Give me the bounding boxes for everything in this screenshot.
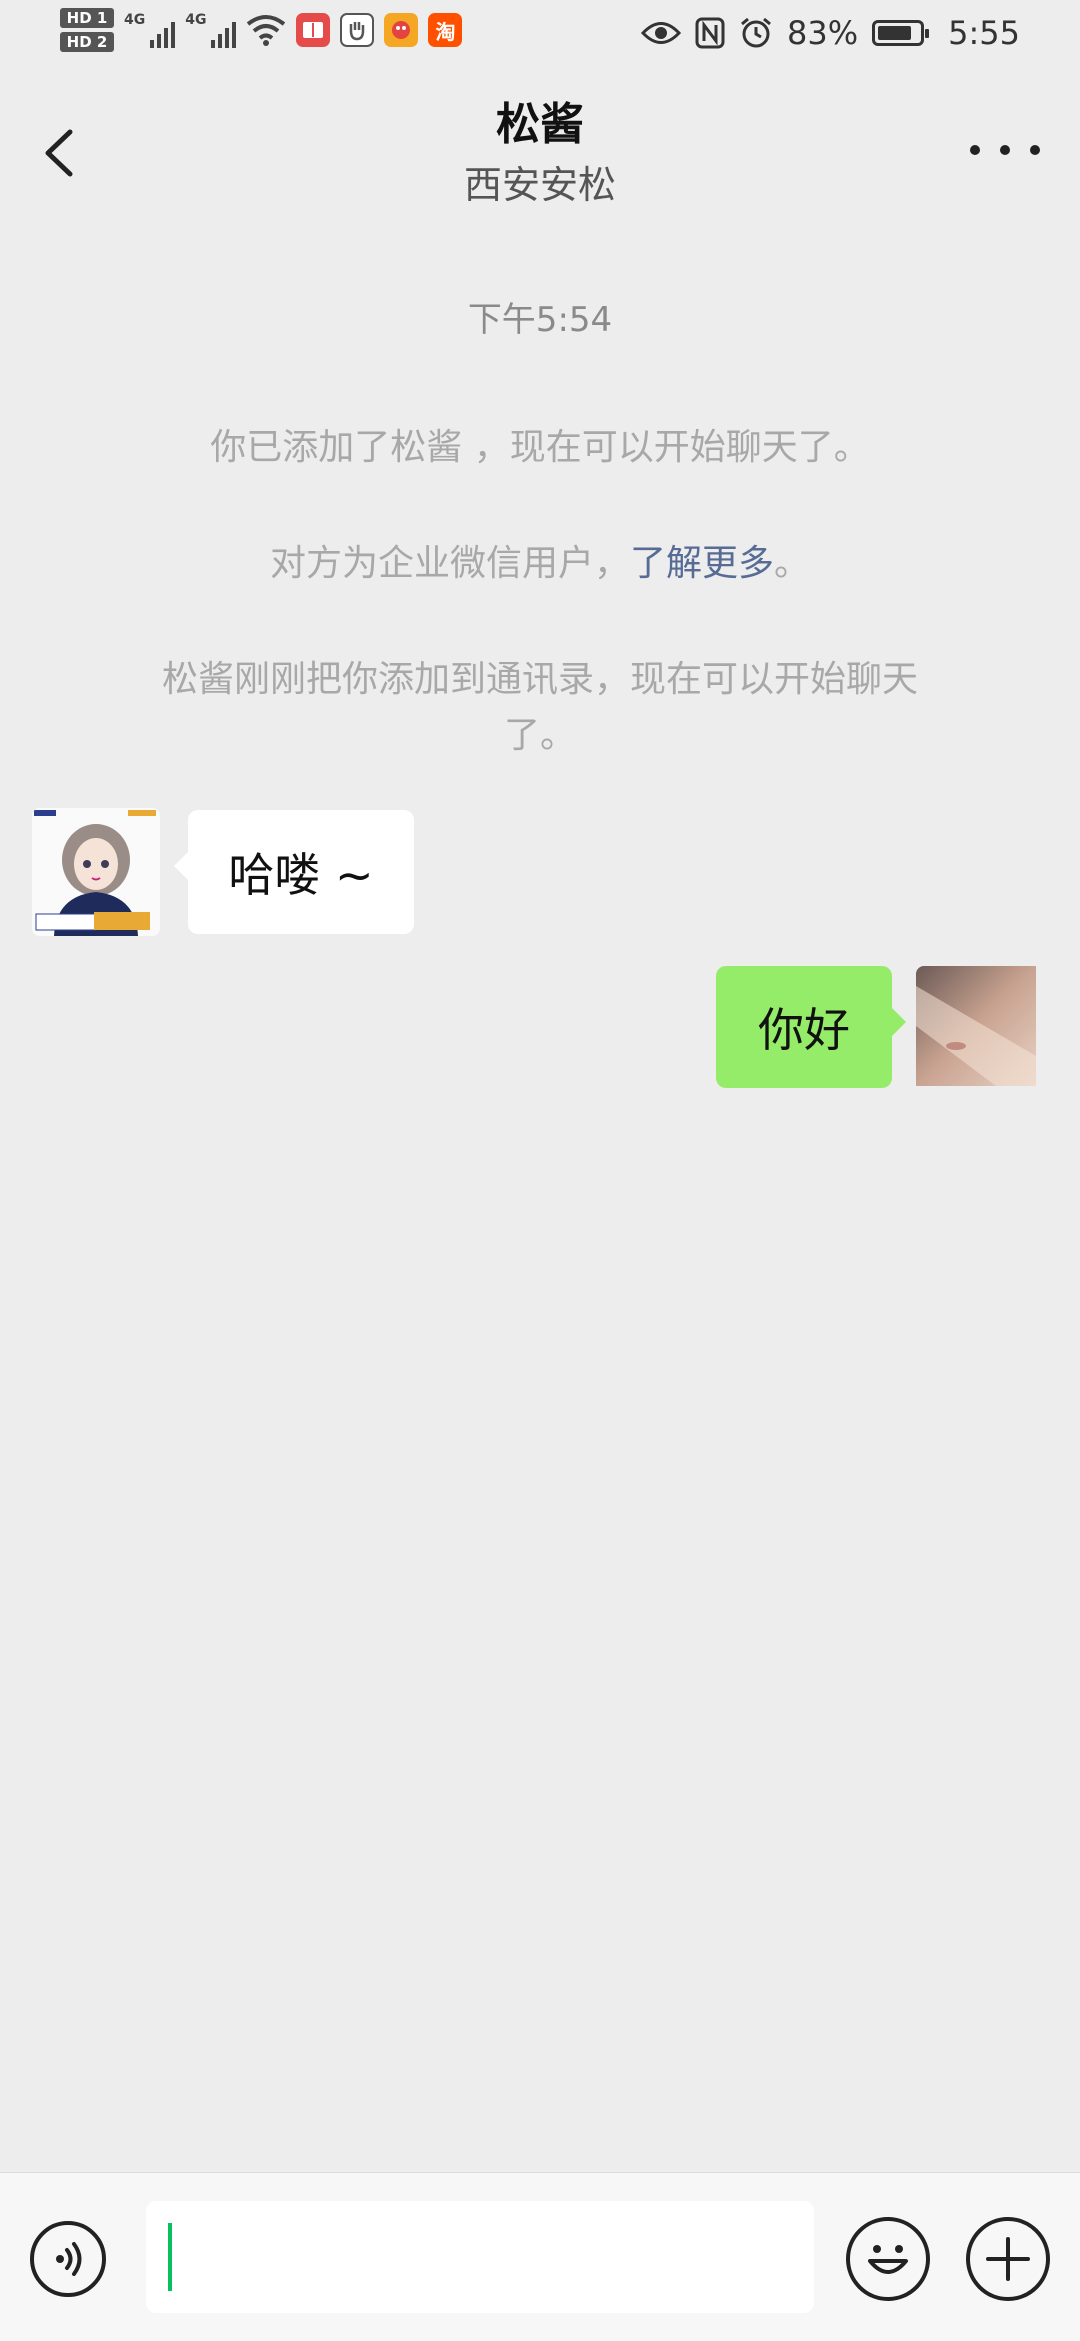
book-app-icon [296,13,331,47]
my-avatar[interactable] [916,966,1044,1094]
hd1-badge: HD 1 [60,8,114,28]
incoming-message-bubble[interactable]: 哈喽 ~ [174,810,414,934]
taobao-label: 淘 [435,19,456,44]
status-right: 83% 5:55 [641,14,1020,52]
message-input[interactable] [146,2201,814,2313]
hd-indicators: HD 1 HD 2 [60,8,114,52]
outgoing-message-text: 你好 [758,1003,850,1057]
chat-title: 松酱 [496,99,584,150]
hand-app-icon [340,13,375,47]
emoji-button[interactable] [846,2217,930,2301]
status-bar: HD 1 HD 2 4G 4G 淘 83% 5:55 [0,0,1080,72]
my-avatar-image [916,966,1036,1086]
battery-level [878,26,912,40]
signal-2-icon: 4G [185,12,237,48]
system-message-enterprise: 对方为企业微信用户，了解更多。 [140,536,940,592]
contact-avatar[interactable] [32,808,160,936]
message-timestamp: 下午5:54 [467,300,613,340]
chat-header: 松酱 西安安松 [0,80,1080,210]
battery-icon [872,20,930,46]
wifi-icon [247,15,286,46]
outgoing-message-bubble[interactable]: 你好 [716,966,906,1088]
enterprise-notice-text: 对方为企业微信用户， [269,543,630,584]
status-left: HD 1 HD 2 4G 4G 淘 [60,8,463,52]
hd2-badge: HD 2 [60,32,114,52]
system-message-added: 你已添加了松酱 ，现在可以开始聊天了。 [210,427,870,468]
voice-icon [56,2242,82,2276]
incoming-message-text: 哈喽 ~ [228,848,374,902]
nfc-icon [695,17,725,49]
eye-icon [641,22,682,44]
system-message-contact-added: 松酱刚刚把你添加到通讯录，现在可以开始聊天了。 [161,659,918,756]
chat-subtitle: 西安安松 [463,163,616,207]
network-type-1: 4G [124,12,146,28]
plus-button[interactable] [966,2217,1050,2301]
signal-1-icon: 4G [124,12,176,48]
enterprise-notice-suffix: 。 [774,543,811,584]
voice-button[interactable] [30,2221,106,2297]
game-app-icon [384,13,419,47]
more-dots-icon[interactable] [970,130,1040,170]
emoji-icon [868,2245,908,2274]
clock: 5:55 [948,14,1020,52]
input-bar [0,2172,1080,2341]
alarm-icon [741,17,771,48]
contact-avatar-image [32,808,160,936]
taobao-app-icon: 淘 [428,13,463,47]
plus-icon [986,2237,1030,2281]
network-type-2: 4G [185,12,207,28]
text-cursor [168,2223,172,2291]
battery-percent: 83% [787,14,859,52]
learn-more-link[interactable]: 了解更多 [630,543,774,584]
